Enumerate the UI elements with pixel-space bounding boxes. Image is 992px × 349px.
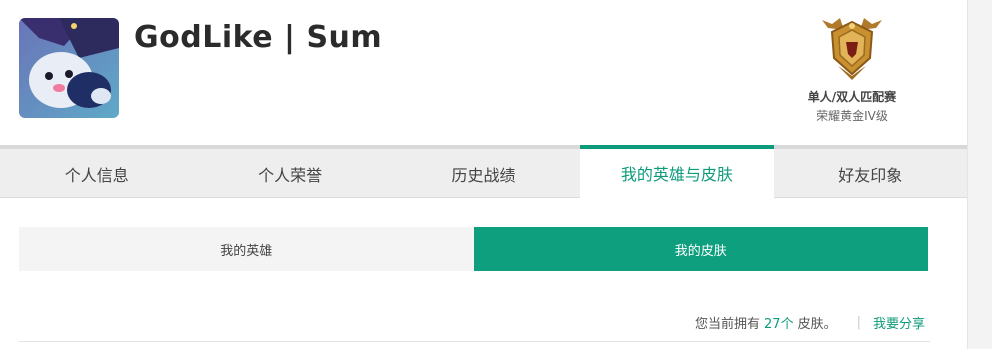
page-scroll-gutter (967, 0, 992, 349)
profile-tabs: 个人信息 个人荣誉 历史战绩 我的英雄与皮肤 好友印象 (0, 145, 967, 198)
tab-honors[interactable]: 个人荣誉 (193, 149, 386, 198)
subtabs: 我的英雄 我的皮肤 (19, 227, 928, 271)
queue-label: 单人/双人匹配赛 (807, 90, 897, 104)
poro-avatar-image (19, 18, 119, 118)
content-divider (19, 341, 930, 342)
profile-page: GodLike | Sum 单人/双人匹配赛 荣耀黄金IV级 个人信息 个人荣誉… (0, 0, 967, 349)
share-link[interactable]: 我要分享 (873, 313, 925, 332)
tab-match-history[interactable]: 历史战绩 (387, 149, 580, 198)
avatar (19, 18, 119, 118)
tab-heroes-skins[interactable]: 我的英雄与皮肤 (580, 145, 774, 198)
tier-label: 荣耀黄金IV级 (816, 109, 888, 123)
tab-personal-info[interactable]: 个人信息 (0, 149, 193, 198)
subtab-my-skins[interactable]: 我的皮肤 (473, 227, 928, 271)
tab-friend-impressions[interactable]: 好友印象 (774, 149, 967, 198)
skin-summary: 您当前拥有 27个 皮肤。 | 我要分享 (695, 313, 925, 332)
summary-suffix: 皮肤。 (797, 317, 837, 332)
summary-prefix: 您当前拥有 (695, 317, 761, 332)
summary-separator: | (856, 315, 861, 330)
gold-rank-emblem-icon (820, 14, 884, 84)
subtab-my-heroes[interactable]: 我的英雄 (19, 227, 474, 271)
rank-block: 单人/双人匹配赛 荣耀黄金IV级 (790, 14, 914, 124)
skin-count: 27个 (764, 317, 794, 332)
player-name: GodLike | Sum (134, 20, 383, 55)
